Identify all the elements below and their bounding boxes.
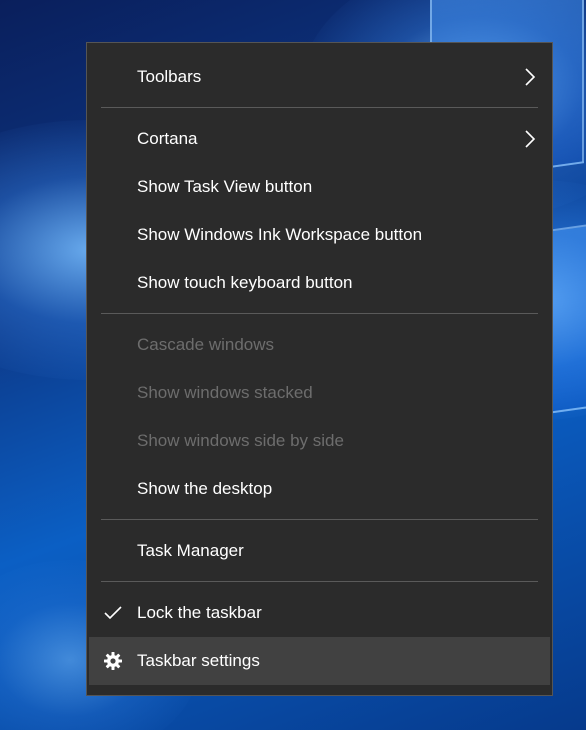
menu-item-label: Show Task View button: [137, 177, 313, 196]
menu-separator: [101, 581, 538, 582]
menu-item-label: Show Windows Ink Workspace button: [137, 225, 423, 244]
menu-item-show-task-view-button[interactable]: Show Task View button: [89, 163, 550, 211]
checkmark-icon: [104, 606, 122, 620]
menu-item-label: Show the desktop: [137, 479, 273, 498]
menu-item-show-touch-keyboard-button[interactable]: Show touch keyboard button: [89, 259, 550, 307]
menu-item-label: Toolbars: [137, 67, 202, 86]
menu-item-label: Show windows stacked: [137, 383, 313, 402]
taskbar-context-menu: Toolbars Cortana Show Task View button S…: [86, 42, 553, 696]
menu-item-label: Show windows side by side: [137, 431, 344, 450]
menu-item-show-windows-ink-workspace-button[interactable]: Show Windows Ink Workspace button: [89, 211, 550, 259]
menu-item-show-the-desktop[interactable]: Show the desktop: [89, 465, 550, 513]
menu-separator: [101, 313, 538, 314]
menu-item-label: Lock the taskbar: [137, 603, 262, 622]
menu-item-show-windows-stacked: Show windows stacked: [89, 369, 550, 417]
menu-item-cortana[interactable]: Cortana: [89, 115, 550, 163]
menu-item-toolbars[interactable]: Toolbars: [89, 53, 550, 101]
chevron-right-icon: [525, 68, 536, 86]
menu-item-taskbar-settings[interactable]: Taskbar settings: [89, 637, 550, 685]
menu-item-label: Taskbar settings: [137, 651, 260, 670]
menu-separator: [101, 519, 538, 520]
menu-item-label: Show touch keyboard button: [137, 273, 353, 292]
chevron-right-icon: [525, 130, 536, 148]
menu-item-lock-the-taskbar[interactable]: Lock the taskbar: [89, 589, 550, 637]
menu-item-label: Cascade windows: [137, 335, 275, 354]
menu-item-task-manager[interactable]: Task Manager: [89, 527, 550, 575]
menu-item-label: Cortana: [137, 129, 198, 148]
menu-item-label: Task Manager: [137, 541, 244, 560]
gear-icon: [104, 652, 122, 670]
menu-separator: [101, 107, 538, 108]
menu-item-cascade-windows: Cascade windows: [89, 321, 550, 369]
menu-item-show-windows-side-by-side: Show windows side by side: [89, 417, 550, 465]
